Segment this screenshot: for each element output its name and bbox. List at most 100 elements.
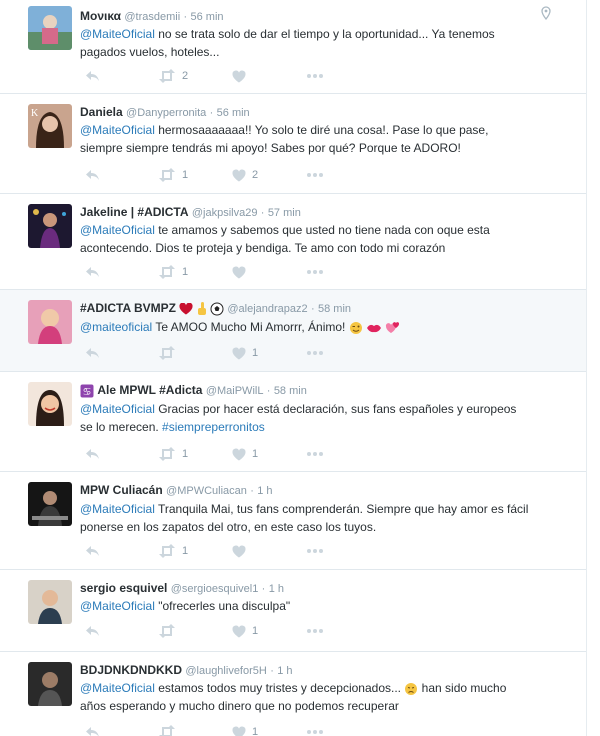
mention-link[interactable]: @MaiteOficial [80,681,155,695]
more-button[interactable] [306,446,324,462]
tweet[interactable]: K Daniela @Danyperronita · 56 min @Maite… [0,94,586,194]
more-button[interactable] [306,68,324,84]
reply-button[interactable] [84,724,100,736]
like-button[interactable]: 1 [232,446,258,462]
username[interactable]: @laughlivefor5H [185,665,267,677]
retweet-button[interactable]: 1 [158,446,188,462]
username[interactable]: @sergioesquivel1 [171,583,259,595]
like-button[interactable]: 1 [232,724,258,736]
avatar[interactable] [28,482,72,526]
reply-button[interactable] [84,264,100,280]
more-button[interactable] [306,543,324,559]
username[interactable]: @MPWCuliacan [166,485,247,497]
reply-button[interactable] [84,543,100,559]
timestamp[interactable]: 58 min [318,303,351,315]
more-dots-icon [307,173,323,177]
display-name[interactable]: MPW Culiacán [80,483,163,497]
tweet[interactable]: MPW Culiacán @MPWCuliacan · 1 h @MaiteOf… [0,472,586,570]
tweet[interactable]: sergio esquivel @sergioesquivel1 · 1 h @… [0,570,586,652]
more-button[interactable] [306,264,324,280]
display-name[interactable]: BDJDNKDNDKKD [80,663,182,677]
timestamp[interactable]: 56 min [217,107,250,119]
tweet[interactable]: Μονικα @trasdemii · 56 min @MaiteOficial… [0,0,586,94]
username[interactable]: @alejandrapaz2 [227,303,307,315]
more-button[interactable] [306,724,324,736]
retweet-button[interactable] [158,345,182,361]
reply-button[interactable] [84,446,100,462]
more-button[interactable] [306,167,324,183]
timestamp[interactable]: 57 min [268,207,301,219]
avatar[interactable] [28,6,72,50]
mention-link[interactable]: @MaiteOficial [80,502,155,516]
red-heart-icon [179,302,193,315]
reply-button[interactable] [84,167,100,183]
tweet-text: @MaiteOficial "ofrecerles una disculpa" [80,599,291,613]
display-name[interactable]: Μονικα [80,9,121,23]
tweet-header: ♋ Ale MPWL #Adicta @MaiPWilL · 58 min [80,382,307,399]
heart-icon [232,448,246,460]
avatar[interactable] [28,662,72,706]
retweet-button[interactable] [158,623,182,639]
username[interactable]: @jakpsilva29 [192,207,258,219]
display-name[interactable]: sergio esquivel [80,581,167,595]
like-button[interactable] [232,264,252,280]
tweet-header: Jakeline | #ADICTA @jakpsilva29 · 57 min [80,204,301,221]
avatar[interactable] [28,382,72,426]
like-button[interactable]: 2 [232,167,258,183]
like-button[interactable] [232,68,252,84]
username[interactable]: @Danyperronita [126,107,206,119]
display-name[interactable]: #ADICTA BVMPZ [80,301,176,315]
username[interactable]: @trasdemii [124,11,180,23]
hashtag-link[interactable]: #siempreperronitos [162,420,265,434]
display-name[interactable]: Ale MPWL #Adicta [97,383,202,397]
more-dots-icon [307,452,323,456]
username[interactable]: @MaiPWilL [206,385,264,397]
retweet-button[interactable]: 1 [158,543,188,559]
avatar[interactable] [28,204,72,248]
tweet-header: BDJDNKDNDKKD @laughlivefor5H · 1 h [80,662,293,679]
more-dots-icon [307,629,323,633]
avatar[interactable] [28,580,72,624]
more-button[interactable] [306,623,324,639]
retweet-button[interactable] [158,724,182,736]
mention-link[interactable]: @maiteoficial [80,320,152,334]
tweet[interactable]: BDJDNKDNDKKD @laughlivefor5H · 1 h @Mait… [0,652,586,736]
retweet-button[interactable]: 1 [158,167,188,183]
tweet[interactable]: Jakeline | #ADICTA @jakpsilva29 · 57 min… [0,194,586,290]
display-name[interactable]: Daniela [80,105,123,119]
like-button[interactable]: 1 [232,345,258,361]
like-button[interactable] [232,543,252,559]
retweet-button[interactable]: 1 [158,264,188,280]
mention-link[interactable]: @MaiteOficial [80,599,155,613]
reply-icon [86,626,99,636]
reply-button[interactable] [84,345,100,361]
display-name[interactable]: Jakeline | #ADICTA [80,205,189,219]
more-button[interactable] [306,345,324,361]
mention-link[interactable]: @MaiteOficial [80,27,155,41]
avatar[interactable]: K [28,104,72,148]
retweet-icon [159,168,175,182]
reply-icon [86,348,99,358]
avatar[interactable] [28,300,72,344]
tweet[interactable]: ♋ Ale MPWL #Adicta @MaiPWilL · 58 min @M… [0,372,586,472]
tweet-actions: 1 [84,264,344,280]
timestamp[interactable]: 1 h [269,583,284,595]
timestamp[interactable]: 58 min [274,385,307,397]
mention-link[interactable]: @MaiteOficial [80,223,155,237]
reply-button[interactable] [84,68,100,84]
tweet-actions: 1 [84,623,344,639]
scroll-gutter [586,0,600,736]
separator: · [266,385,271,397]
retweet-button[interactable]: 2 [158,68,188,84]
reply-button[interactable] [84,623,100,639]
tweet-header: sergio esquivel @sergioesquivel1 · 1 h [80,580,284,597]
timestamp[interactable]: 1 h [257,485,272,497]
heart-icon [232,70,246,82]
timestamp[interactable]: 1 h [277,665,292,677]
like-button[interactable]: 1 [232,623,258,639]
mention-link[interactable]: @MaiteOficial [80,123,155,137]
mention-link[interactable]: @MaiteOficial [80,402,155,416]
tweet[interactable]: #ADICTA BVMPZ @alejandrapaz2 · 58 min @m… [0,290,586,372]
timestamp[interactable]: 56 min [191,11,224,23]
location-pin-icon[interactable] [541,6,551,20]
